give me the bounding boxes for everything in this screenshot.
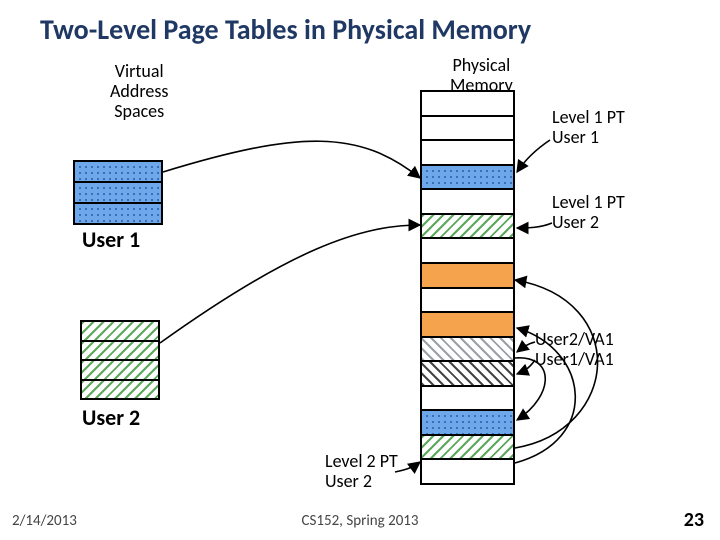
vas-user2-block [80,320,160,400]
user1-label: User 1 [82,228,140,252]
user2-va1-label: User2/VA1 [535,330,614,350]
level1-pt-user1-label: Level 1 PT User 1 [552,108,625,148]
level2-pt-user2-label: Level 2 PT User 2 [325,452,398,492]
level1-pt-user2-label: Level 1 PT User 2 [552,193,625,233]
vas-user1-block [73,160,163,225]
user2-label: User 2 [82,406,140,430]
physical-memory-column [420,90,515,485]
slide-title: Two-Level Page Tables in Physical Memory [40,12,531,47]
user1-va1-label: User1/VA1 [535,350,614,370]
slide-number: 23 [684,508,704,532]
virtual-address-spaces-label: Virtual Address Spaces [110,62,168,121]
footer-date: 2/14/2013 [12,512,77,530]
footer-course: CS152, Spring 2013 [301,512,418,530]
